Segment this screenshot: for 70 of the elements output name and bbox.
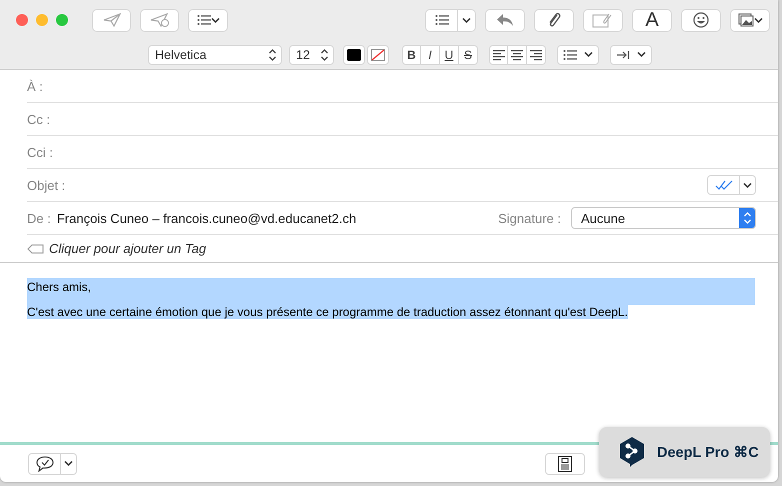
paper-plane-clock-icon	[150, 13, 170, 27]
chevron-down-icon	[462, 16, 471, 24]
markup-menu-button[interactable]	[740, 175, 756, 195]
no-color-icon	[371, 48, 385, 60]
field-label: À :	[27, 78, 43, 94]
align-right-button[interactable]	[527, 44, 546, 64]
tag-icon	[27, 244, 44, 254]
close-button[interactable]	[16, 14, 28, 26]
chevron-down-icon	[637, 51, 646, 58]
reply-arrow-icon	[496, 13, 514, 27]
tag-field[interactable]: Cliquer pour ajouter un Tag	[0, 235, 778, 263]
chevron-down-icon	[210, 16, 220, 24]
italic-button[interactable]: I	[421, 44, 440, 64]
align-center-button[interactable]	[508, 44, 527, 64]
photos-icon	[738, 13, 754, 27]
double-check-icon	[714, 180, 732, 190]
smiley-icon	[693, 12, 709, 28]
signature-select[interactable]: Aucune	[571, 207, 756, 229]
field-label: Signature :	[498, 210, 561, 226]
underline-button[interactable]: U	[440, 44, 459, 64]
format-menu-button[interactable]	[188, 8, 228, 32]
fonts-button[interactable]: A	[632, 8, 672, 32]
chevron-down-icon	[754, 16, 762, 24]
markup-button[interactable]	[707, 175, 740, 195]
align-center-icon	[511, 48, 523, 60]
text-color-button[interactable]	[343, 44, 365, 64]
indent-arrow-icon	[616, 50, 630, 60]
bold-button[interactable]: B	[402, 44, 421, 64]
field-label: De :	[27, 210, 51, 226]
reply-button[interactable]	[485, 8, 525, 32]
align-left-button[interactable]	[489, 44, 508, 64]
color-swatch	[347, 48, 361, 60]
field-label: Cc :	[27, 112, 50, 126]
comment-menu-button[interactable]	[61, 452, 77, 474]
sender-address[interactable]: François Cuneo – francois.cuneo@vd.educanet2.ch	[56, 210, 356, 226]
emoji-button[interactable]	[681, 8, 721, 32]
deepl-logo-icon	[619, 436, 645, 468]
stepper-arrows-icon	[742, 212, 752, 224]
font-select[interactable]: Helvetica	[148, 44, 282, 64]
speech-bubble-check-icon	[36, 456, 54, 472]
attach-button[interactable]	[534, 8, 574, 32]
stepper-arrows-icon	[320, 48, 329, 60]
chevron-down-icon	[743, 182, 752, 188]
strikethrough-button[interactable]: S	[459, 44, 478, 64]
font-size-select[interactable]: 12	[289, 44, 334, 64]
stepper-arrows-icon	[268, 48, 277, 60]
chevron-down-icon	[584, 51, 593, 58]
document-icon	[558, 456, 572, 472]
photo-browser-button[interactable]	[730, 8, 770, 32]
field-label: Objet :	[27, 178, 66, 192]
body-text: C'est avec une certaine émotion que je vous présente ce programme de traduction assez étonnant qu'est DeepL.	[27, 305, 628, 319]
paper-plane-icon	[102, 13, 120, 27]
deepl-popup[interactable]: DeepL Pro ⌘C	[599, 427, 770, 477]
frame-paperclip-icon	[592, 12, 614, 28]
comment-button[interactable]	[28, 452, 61, 474]
paperclip-icon	[547, 11, 561, 29]
document-button[interactable]	[545, 452, 585, 474]
list-icon	[563, 48, 577, 60]
list-icon	[434, 14, 448, 26]
list-button[interactable]	[425, 8, 458, 32]
align-left-icon	[492, 48, 504, 60]
field-label: Cci :	[27, 144, 53, 160]
list-menu-button[interactable]	[458, 8, 476, 32]
align-right-icon	[530, 48, 542, 60]
indent-button[interactable]	[610, 44, 652, 64]
list-style-button[interactable]	[557, 44, 599, 64]
chevron-down-icon	[64, 460, 73, 467]
list-icon	[196, 14, 210, 26]
body-text: Chers amis,	[27, 278, 755, 305]
background-color-button[interactable]	[367, 44, 389, 64]
